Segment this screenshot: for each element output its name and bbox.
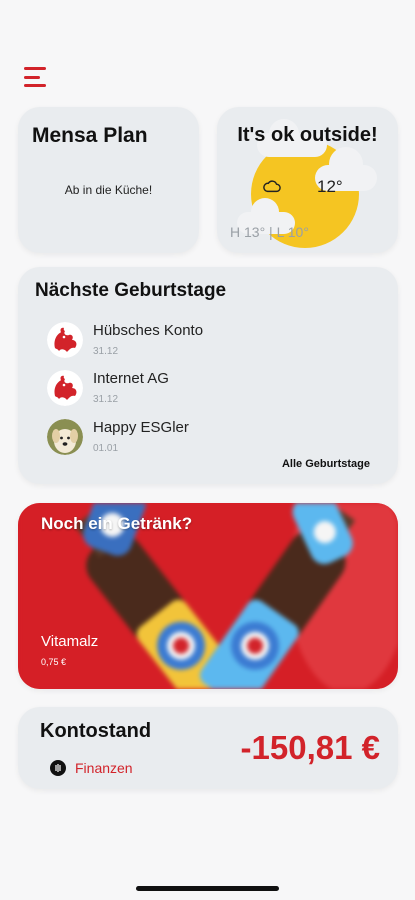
- finances-link-label: Finanzen: [75, 760, 133, 776]
- birthday-name: Happy ESGler: [93, 419, 189, 436]
- dog-avatar-icon: [47, 419, 83, 455]
- birthday-name: Hübsches Konto: [93, 322, 204, 339]
- weather-high-low: H 13° | L 10°: [230, 224, 309, 240]
- cloud-icon: [263, 180, 281, 193]
- weather-title: It's ok outside!: [237, 124, 378, 146]
- account-title: Kontostand: [40, 720, 152, 742]
- mensa-text: Ab in die Küche!: [64, 183, 153, 197]
- drink-name: Vitamalz: [41, 633, 99, 650]
- birthday-item[interactable]: Happy ESGler 01.01: [47, 419, 347, 463]
- birthday-name: Internet AG: [93, 370, 169, 387]
- rooster-logo-icon: [47, 370, 83, 406]
- drink-card[interactable]: Noch ein Getränk? Vitamalz 0,75 €: [18, 503, 398, 689]
- mensa-card[interactable]: Mensa Plan Ab in die Küche!: [18, 107, 199, 253]
- drink-title: Noch ein Getränk?: [41, 514, 193, 533]
- birthday-item[interactable]: Internet AG 31.12: [47, 370, 347, 414]
- home-indicator[interactable]: [136, 886, 279, 891]
- rooster-logo-icon: [47, 322, 83, 358]
- birthday-date: 31.12: [93, 394, 119, 405]
- account-card: Kontostand Finanzen -150,81 €: [18, 707, 398, 789]
- weather-temperature: 12°: [317, 177, 343, 196]
- hamburger-menu-icon[interactable]: [24, 67, 46, 87]
- mensa-title: Mensa Plan: [32, 124, 148, 147]
- birthday-date: 01.01: [93, 443, 119, 454]
- finance-icon: [50, 760, 66, 776]
- drink-price: 0,75 €: [41, 657, 67, 667]
- status-bar: [0, 0, 415, 46]
- birthdays-card: Nächste Geburtstage Hübsches Konto 31.12…: [18, 267, 398, 484]
- birthdays-title: Nächste Geburtstage: [35, 280, 227, 301]
- birthday-item[interactable]: Hübsches Konto 31.12: [47, 322, 347, 366]
- all-birthdays-link[interactable]: Alle Geburtstage: [282, 458, 370, 470]
- birthday-date: 31.12: [93, 346, 119, 357]
- weather-card[interactable]: It's ok outside! 12° H 13° | L 10°: [217, 107, 398, 253]
- account-balance: -150,81 €: [240, 729, 380, 766]
